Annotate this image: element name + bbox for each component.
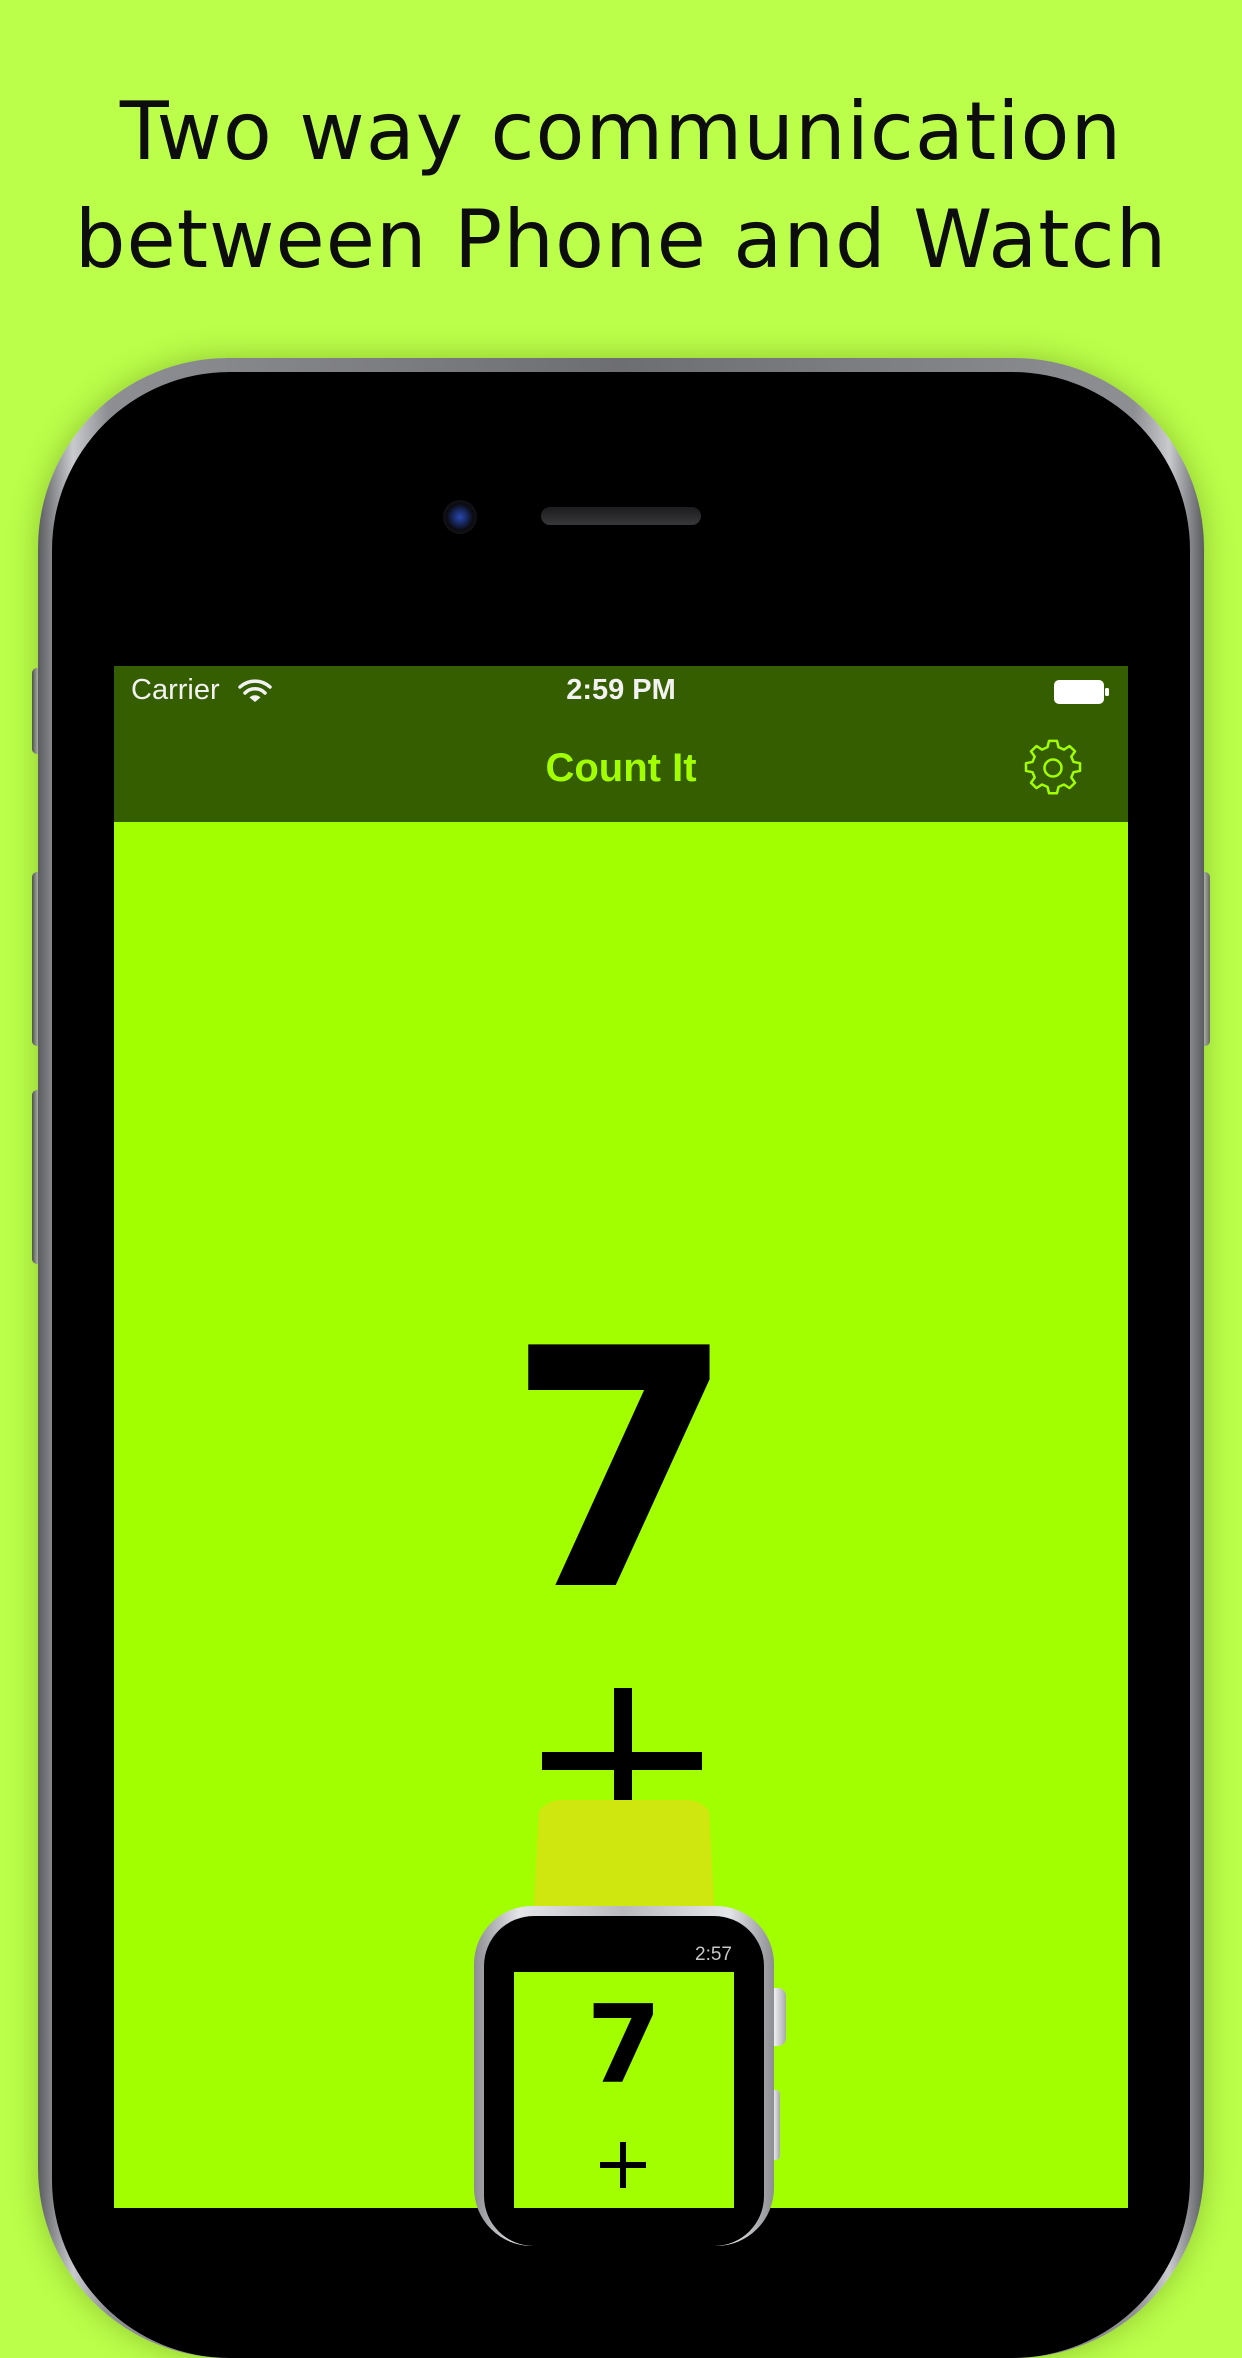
gear-icon[interactable] — [1024, 739, 1082, 797]
headline: Two way communication between Phone and … — [0, 78, 1242, 294]
watch-screen: 7 — [514, 1972, 734, 2208]
front-camera — [443, 500, 477, 534]
watch-time: 2:57 — [695, 1944, 732, 1965]
headline-line-2: between Phone and Watch — [74, 193, 1168, 286]
count-value: 7 — [506, 1279, 736, 1663]
watch-plus-icon[interactable] — [600, 2142, 646, 2188]
navigation-bar: Carrier 2:59 PM Count It — [114, 666, 1128, 822]
status-time: 2:59 PM — [566, 674, 676, 706]
battery-icon — [1054, 680, 1109, 704]
nav-title: Count It — [545, 746, 697, 790]
watch-count-value: 7 — [586, 1983, 662, 2108]
headline-line-1: Two way communication — [119, 85, 1123, 178]
watch-plus-bar-vertical — [620, 2142, 626, 2188]
earpiece-speaker — [541, 507, 701, 525]
